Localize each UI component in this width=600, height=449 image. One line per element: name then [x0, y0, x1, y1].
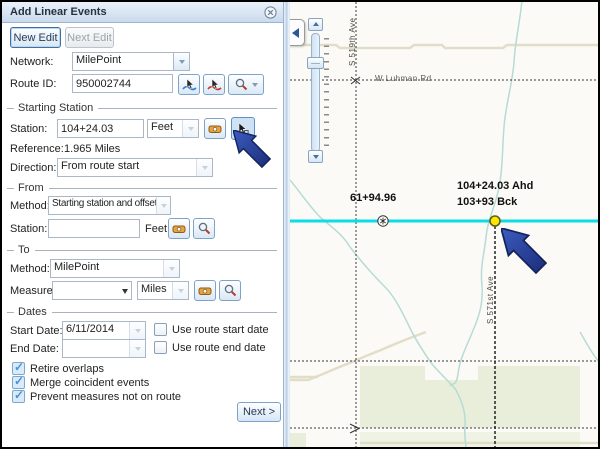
next-button[interactable]: Next >: [237, 402, 281, 422]
zoom-slider-track[interactable]: [311, 33, 320, 152]
road-line: [290, 45, 598, 48]
pick-station-cursor-icon: [236, 122, 250, 136]
from-units-label: Feet: [145, 223, 167, 235]
chevron-down-icon[interactable]: [119, 282, 131, 299]
measure-label: Measure:: [10, 285, 56, 297]
zoom-slider-ticks: [324, 38, 329, 152]
add-linear-events-panel: Add Linear Events New Edit Next Edit Net…: [2, 2, 283, 447]
from-method-label: Method:: [10, 200, 50, 212]
field-polygon: [290, 433, 306, 447]
zoom-out-button[interactable]: [308, 150, 323, 163]
start-date-label: Start Date:: [10, 325, 63, 337]
panel-splitter[interactable]: [283, 2, 290, 447]
chevron-down-icon: [163, 260, 179, 277]
from-station-label: Station:: [10, 223, 47, 235]
route-id-input[interactable]: [72, 74, 173, 93]
station-locator-button[interactable]: [204, 118, 226, 139]
starting-station-section: Starting Station: [7, 102, 277, 114]
use-route-start-date-checkbox[interactable]: [154, 323, 167, 336]
network-label: Network:: [10, 56, 53, 68]
station-tool-icon: [198, 285, 212, 297]
from-station-search-button[interactable]: [193, 218, 215, 239]
close-icon[interactable]: [264, 6, 277, 19]
use-route-start-date-label: Use route start date: [172, 324, 269, 336]
use-route-end-date-checkbox[interactable]: [154, 341, 167, 354]
chevron-down-icon: [156, 197, 170, 214]
station-units-select[interactable]: Feet: [147, 119, 199, 138]
field-polygon: [360, 366, 580, 428]
creek-line: [450, 2, 522, 386]
measure-units-select[interactable]: Miles: [137, 281, 189, 300]
measure-search-button[interactable]: [219, 280, 241, 301]
retire-overlaps-label: Retire overlaps: [30, 363, 104, 375]
from-method-select[interactable]: Starting station and offset: [48, 196, 171, 215]
chevron-down-icon: [172, 282, 188, 299]
collapse-panel-button[interactable]: [290, 19, 305, 46]
route-search-menu-button[interactable]: [228, 74, 264, 95]
measure-locator-button[interactable]: [194, 280, 216, 301]
to-method-select[interactable]: MilePoint: [50, 259, 180, 278]
clear-route-selection-button[interactable]: [203, 74, 225, 95]
search-icon: [235, 78, 248, 91]
from-station-locator-button[interactable]: [168, 218, 190, 239]
route-id-label: Route ID:: [10, 78, 56, 90]
dates-section: Dates: [7, 306, 277, 318]
new-edit-button[interactable]: New Edit: [10, 27, 61, 48]
panel-titlebar: Add Linear Events: [2, 2, 283, 23]
end-date-label: End Date:: [10, 343, 59, 355]
chevron-down-icon: [252, 83, 258, 90]
select-route-on-map-button[interactable]: [178, 74, 200, 95]
creek-line: [580, 332, 598, 363]
reference-value: 1.965 Miles: [64, 143, 120, 155]
network-select[interactable]: MilePoint: [72, 52, 190, 71]
prevent-measures-checkbox[interactable]: [12, 390, 25, 403]
route-select-cursor-icon: [182, 78, 197, 92]
measure-combo[interactable]: [52, 281, 132, 300]
from-section: From: [7, 182, 277, 194]
end-date-picker[interactable]: [62, 339, 146, 358]
route-clear-cursor-icon: [207, 78, 222, 92]
selected-point-marker: [490, 216, 500, 226]
station-label: Station:: [10, 123, 47, 135]
start-date-picker[interactable]: 6/11/2014: [62, 321, 146, 340]
search-icon: [224, 284, 237, 297]
basemap-graphics: [290, 2, 598, 447]
from-station-input[interactable]: [48, 219, 140, 238]
search-icon: [198, 222, 211, 235]
next-edit-button[interactable]: Next Edit: [65, 27, 114, 48]
zoom-in-button[interactable]: [308, 18, 323, 31]
road-name-label: W Luhman Rd: [375, 74, 432, 83]
station-tool-icon: [208, 123, 222, 135]
app-content: Add Linear Events New Edit Next Edit Net…: [2, 2, 598, 447]
field-polygon: [360, 432, 580, 447]
to-method-label: Method:: [10, 263, 50, 275]
street-name-label-right: S 571st Ave: [486, 252, 495, 324]
station-ahead-label: 104+24.03 Ahd: [457, 180, 533, 192]
station-input[interactable]: [57, 119, 144, 138]
station-marker: [378, 216, 388, 226]
direction-select[interactable]: From route start: [57, 158, 213, 177]
street-name-label-top: S 519th Ave: [348, 4, 357, 66]
chevron-down-icon: [129, 340, 145, 357]
map-canvas[interactable]: 61+94.96 104+24.03 Ahd 103+93 Bck W Luhm…: [290, 2, 598, 447]
chevron-down-icon: [196, 159, 212, 176]
app-window: Add Linear Events New Edit Next Edit Net…: [0, 0, 600, 449]
prevent-measures-label: Prevent measures not on route: [30, 391, 181, 403]
chevron-down-icon[interactable]: [173, 53, 189, 70]
station-back-label: 103+93 Bck: [457, 196, 517, 208]
use-route-end-date-label: Use route end date: [172, 342, 266, 354]
station-value-label: 61+94.96: [350, 192, 396, 204]
chevron-down-icon: [182, 120, 198, 137]
chevron-down-icon: [129, 322, 145, 339]
station-tool-icon: [172, 223, 186, 235]
to-section: To: [7, 244, 277, 256]
merge-coincident-events-label: Merge coincident events: [30, 377, 149, 389]
zoom-slider-handle[interactable]: [307, 57, 324, 69]
panel-title: Add Linear Events: [2, 6, 107, 18]
reference-label: Reference:: [10, 143, 64, 155]
pick-station-on-map-button[interactable]: [231, 117, 255, 140]
direction-label: Direction:: [10, 162, 56, 174]
